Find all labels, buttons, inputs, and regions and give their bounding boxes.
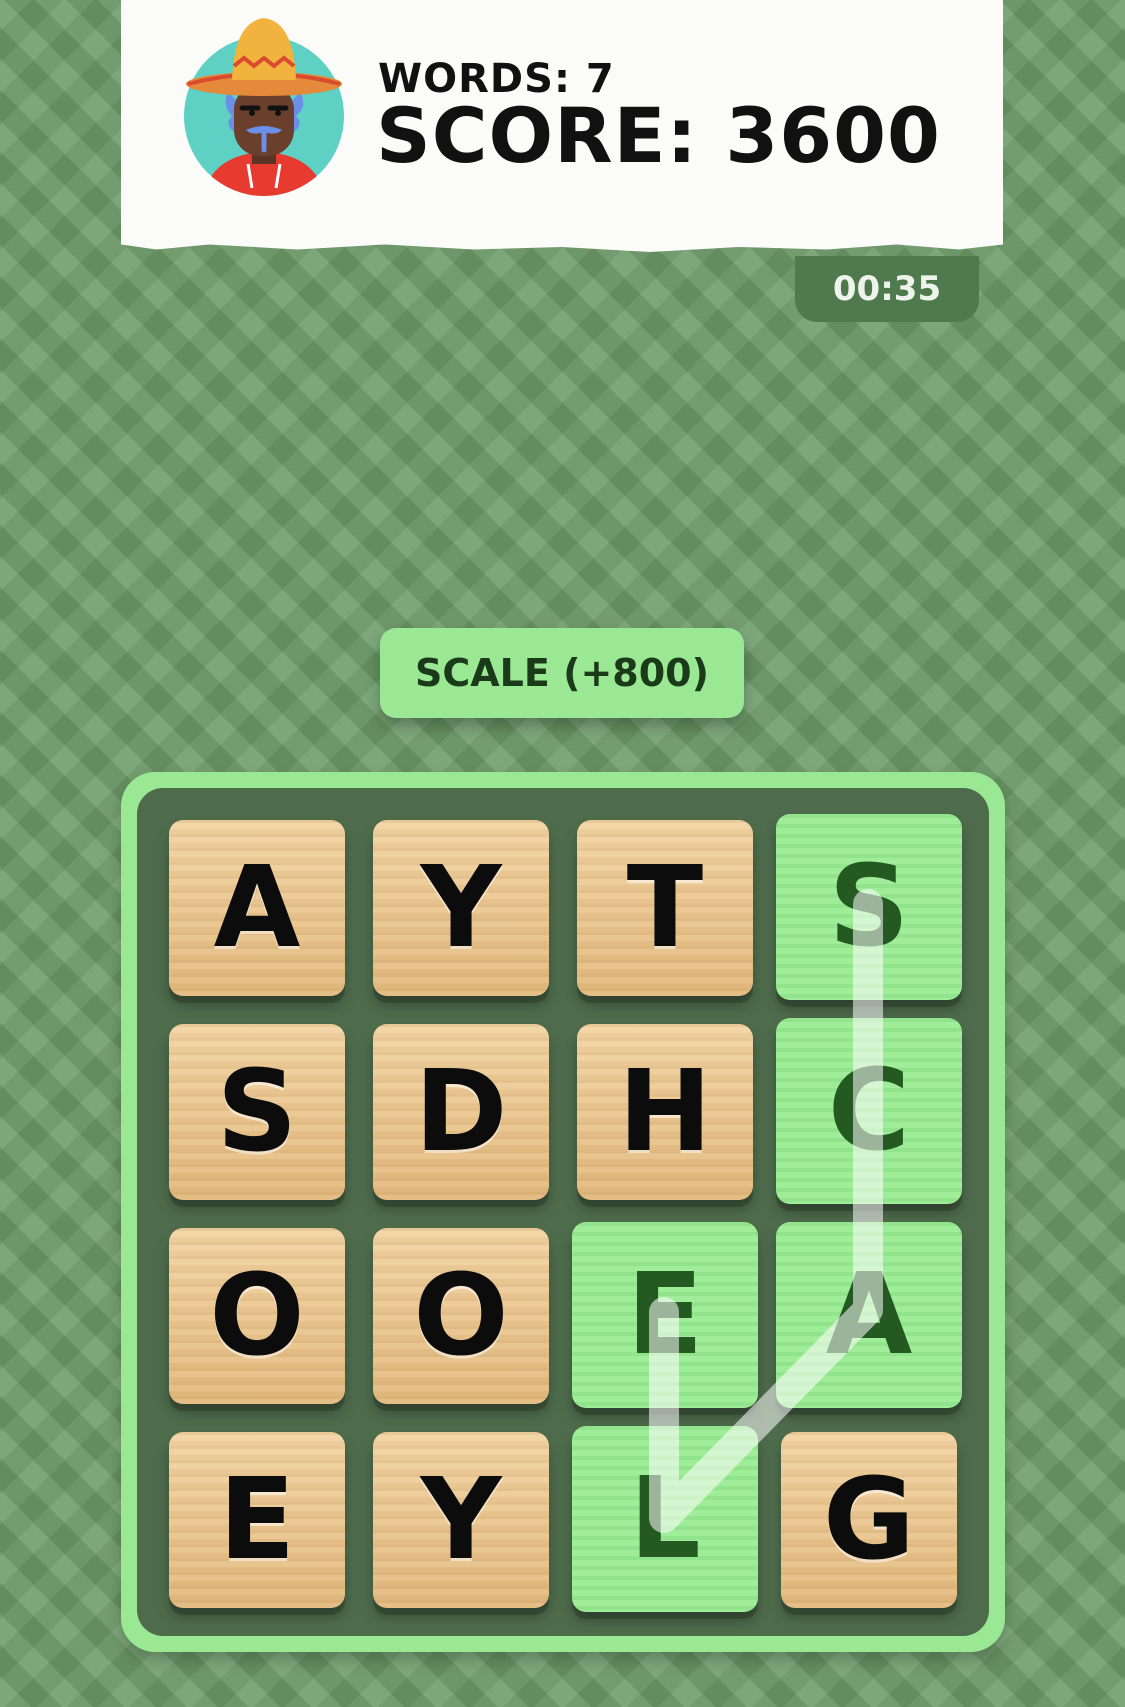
score-total: SCORE: 3600: [376, 91, 941, 180]
current-word-banner: SCALE (+800): [380, 628, 744, 718]
letter-tile[interactable]: Y: [373, 1432, 549, 1608]
letter-tile[interactable]: G: [781, 1432, 957, 1608]
letter-tile-selected[interactable]: L: [572, 1426, 758, 1612]
letter-tile-selected[interactable]: S: [776, 814, 962, 1000]
letter-tile[interactable]: S: [169, 1024, 345, 1200]
letter-tile-selected[interactable]: C: [776, 1018, 962, 1204]
letter-tile[interactable]: O: [169, 1228, 345, 1404]
letter-tile[interactable]: A: [169, 820, 345, 996]
letter-tile[interactable]: Y: [373, 820, 549, 996]
letter-tile[interactable]: O: [373, 1228, 549, 1404]
letter-tile-selected[interactable]: A: [776, 1222, 962, 1408]
countdown-timer: 00:35: [795, 256, 979, 322]
player-avatar-icon[interactable]: [172, 14, 356, 198]
letter-tile[interactable]: H: [577, 1024, 753, 1200]
letter-tile-selected[interactable]: E: [572, 1222, 758, 1408]
letter-tile[interactable]: T: [577, 820, 753, 996]
letter-tile[interactable]: E: [169, 1432, 345, 1608]
letter-tile[interactable]: D: [373, 1024, 549, 1200]
